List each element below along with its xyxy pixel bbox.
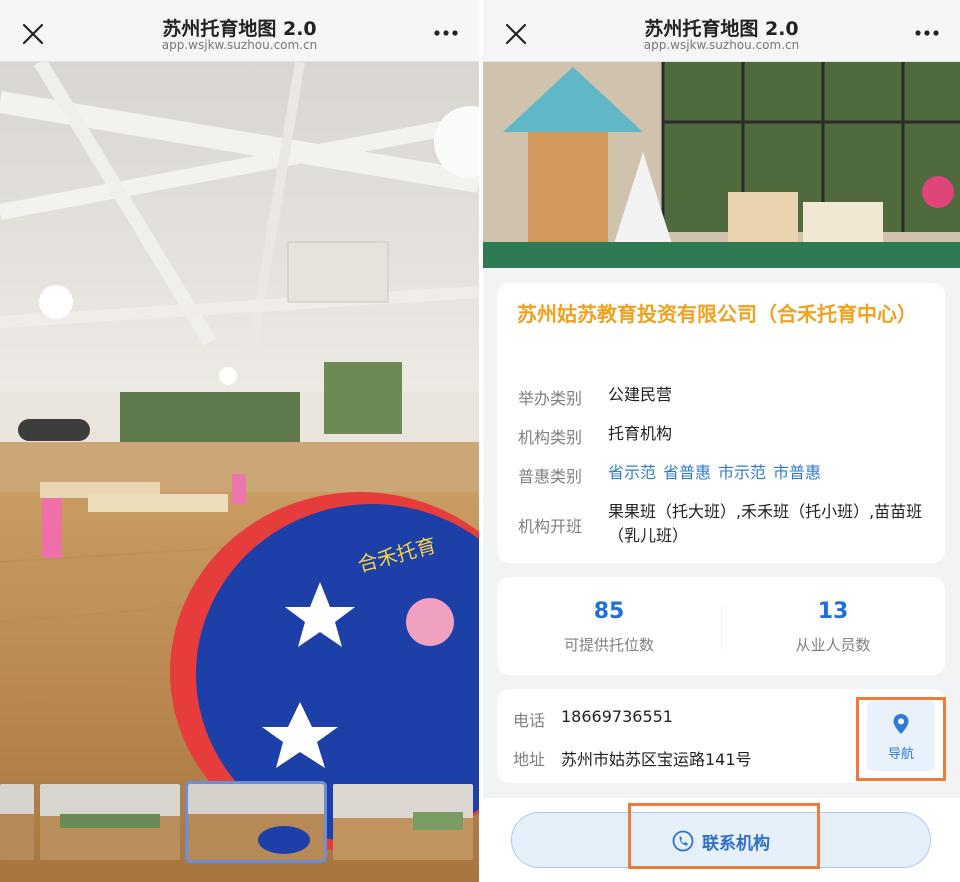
panorama-image[interactable]: 合禾托育 [0, 62, 479, 882]
page-title: 苏州托育地图 2.0 [162, 18, 317, 40]
more-icon[interactable] [914, 26, 940, 40]
welfare-tag: 市普惠 [773, 463, 822, 482]
location-pin-icon [893, 714, 909, 734]
info-value: 果果班（托大班）,禾禾班（托小班）,苗苗班（乳儿班） [608, 502, 923, 545]
panorama-thumbnail[interactable] [0, 784, 34, 860]
phone-number[interactable]: 18669736551 [561, 707, 673, 726]
capacity-label: 可提供托位数 [563, 636, 654, 654]
page-title: 苏州托育地图 2.0 [644, 18, 799, 40]
info-label: 机构开班 [518, 517, 583, 536]
bottom-action-bar: 联系机构 [483, 798, 960, 882]
panorama-view: 苏州托育地图 2.0 app.wsjkw.suzhou.com.cn 合禾托育 [0, 0, 479, 882]
capacity-count: 85 [593, 599, 625, 624]
info-label: 普惠类别 [518, 467, 583, 486]
institution-name: 苏州姑苏教育投资有限公司（合禾托育中心） [517, 302, 917, 326]
contact-institution-label: 联系机构 [702, 834, 770, 854]
info-label: 举办类别 [518, 389, 583, 408]
welfare-tag: 市示范 [718, 463, 767, 482]
page-url: app.wsjkw.suzhou.com.cn [643, 38, 800, 52]
panorama-thumbnail-selected[interactable] [185, 781, 327, 863]
contact-card: 电话 18669736551 地址 苏州市姑苏区宝运路141号 导航 [497, 689, 945, 783]
phone-label: 电话 [513, 711, 546, 730]
info-value: 托育机构 [608, 424, 673, 443]
institution-detail-view: 苏州托育地图 2.0 app.wsjkw.suzhou.com.cn 苏州姑苏教… [483, 0, 960, 882]
welfare-tags: 省示范 省普惠 市示范 市普惠 [608, 461, 828, 485]
panorama-thumbnail[interactable] [333, 784, 473, 860]
panorama-thumbnail[interactable] [40, 784, 180, 860]
navigate-label: 导航 [887, 747, 914, 762]
institution-info-card: 苏州姑苏教育投资有限公司（合禾托育中心） 举办类别 公建民营 机构类别 托育机构… [497, 283, 945, 563]
phone-icon [672, 830, 694, 852]
title-bar: 苏州托育地图 2.0 app.wsjkw.suzhou.com.cn [0, 0, 479, 62]
page-url: app.wsjkw.suzhou.com.cn [161, 38, 318, 52]
welfare-tag: 省普惠 [663, 463, 712, 482]
navigate-button[interactable]: 导航 [867, 701, 935, 771]
address-text: 苏州市姑苏区宝运路141号 [561, 750, 752, 769]
contact-institution-button[interactable]: 联系机构 [511, 812, 931, 868]
welfare-tag: 省示范 [608, 463, 657, 482]
stats-card: 85 可提供托位数 13 从业人员数 [497, 577, 945, 675]
info-value: 公建民营 [608, 385, 673, 404]
title-bar: 苏州托育地图 2.0 app.wsjkw.suzhou.com.cn [483, 0, 960, 62]
staff-label: 从业人员数 [795, 636, 871, 654]
more-icon[interactable] [433, 26, 459, 40]
staff-count: 13 [817, 599, 849, 624]
address-label: 地址 [513, 750, 546, 769]
institution-photo[interactable] [483, 62, 960, 268]
info-label: 机构类别 [518, 428, 583, 447]
